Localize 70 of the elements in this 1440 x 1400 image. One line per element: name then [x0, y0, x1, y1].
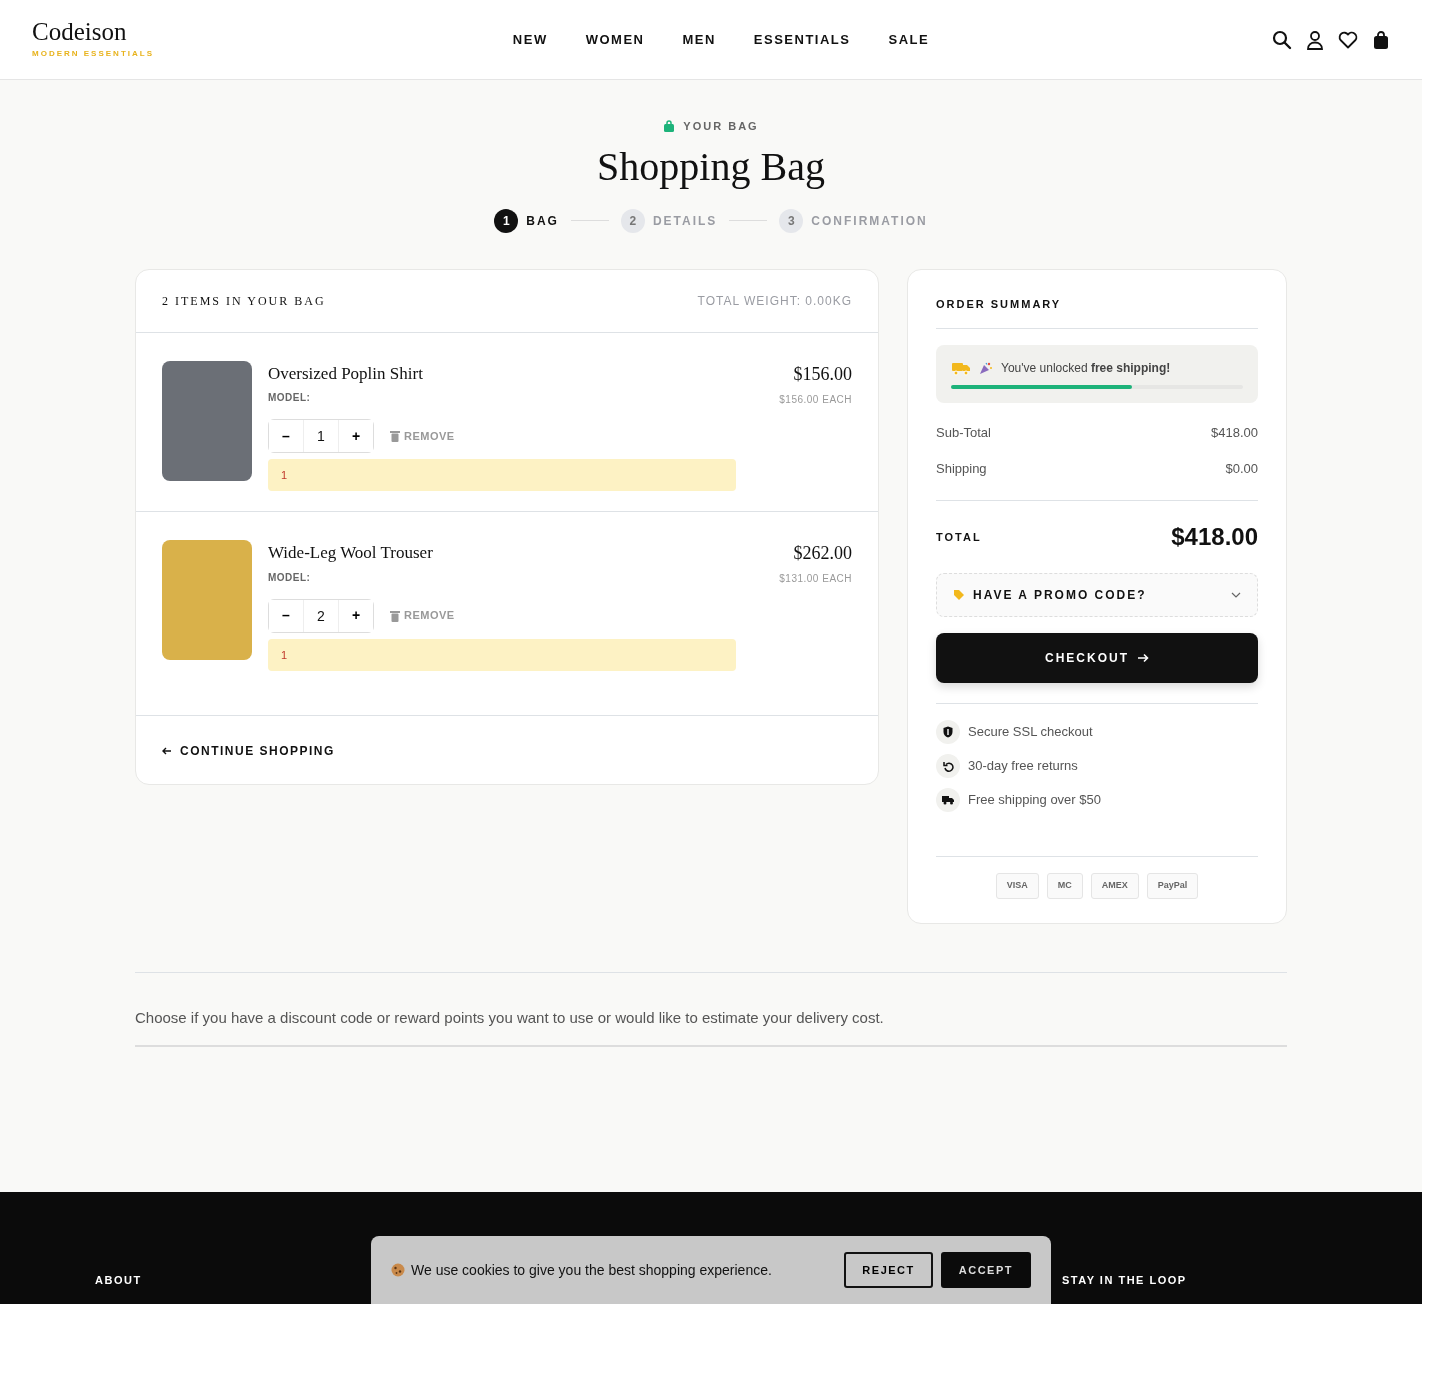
payment-method: MC — [1046, 873, 1083, 899]
undo-icon — [942, 760, 954, 772]
payment-method: PayPal — [1146, 873, 1199, 899]
step-label: DETAILS — [652, 212, 718, 230]
unit-price: $156.00 EACH — [779, 392, 852, 407]
nav-link[interactable]: WOMEN — [585, 29, 645, 50]
cart-count: 2 ITEMS IN YOUR BAG — [162, 292, 326, 310]
summary-label: Sub-Total — [936, 424, 991, 442]
total-value: $418.00 — [1171, 522, 1258, 552]
reject-button[interactable]: REJECT — [844, 1252, 933, 1288]
promo-code-toggle[interactable]: HAVE A PROMO CODE? — [936, 573, 1258, 617]
accept-button[interactable]: ACCEPT — [940, 1252, 1031, 1288]
model-label: MODEL: — [268, 570, 312, 585]
user-icon[interactable] — [1306, 29, 1324, 50]
step-label: CONFIRMATION — [811, 212, 928, 230]
quantity-stepper[interactable]: – 2 + — [268, 598, 374, 633]
total-label: TOTAL — [936, 529, 982, 545]
shipping-message: You've unlocked free shipping! — [1001, 360, 1171, 377]
unit-price: $131.00 EACH — [779, 572, 852, 586]
trash-icon — [390, 430, 400, 442]
assurance-text: 30-day free returns — [968, 757, 1078, 776]
item-price: $156.00 — [792, 362, 852, 386]
nav-link[interactable]: SALE — [888, 29, 930, 50]
truck-icon — [942, 795, 954, 805]
summary-label: Shipping — [936, 459, 987, 478]
model-label: MODEL: — [268, 391, 312, 405]
info-text: Choose if you have a discount code or reward points you want to use or would like to estimate your delivery cost. — [135, 1006, 1287, 1047]
step-number: 3 — [779, 208, 804, 233]
search-icon[interactable] — [1272, 29, 1292, 50]
nav-link[interactable]: NEW — [512, 29, 548, 50]
bag-icon — [663, 120, 676, 133]
arrow-right-icon — [1137, 653, 1149, 663]
cookie-icon — [391, 1263, 405, 1277]
product-name[interactable]: Oversized Poplin Shirt — [268, 360, 764, 386]
checkout-button[interactable]: CHECKOUT — [936, 633, 1258, 683]
assurance-text: Free shipping over $50 — [968, 791, 1101, 810]
summary-title: ORDER SUMMARY — [936, 291, 1258, 329]
footer-heading: STAY IN THE LOOP — [1062, 1273, 1187, 1288]
page-title: Shopping Bag — [597, 142, 825, 191]
summary-value: $0.00 — [1225, 459, 1258, 478]
cookie-message: We use cookies to give you the best shopping experience. — [411, 1260, 773, 1280]
step-label: BAG — [526, 212, 559, 230]
notice-bar: 1 — [268, 638, 736, 671]
assurance-text: Secure SSL checkout — [968, 723, 1093, 742]
item-price: $262.00 — [792, 542, 852, 565]
nav-link[interactable]: MEN — [682, 29, 716, 50]
summary-value: $418.00 — [1211, 424, 1258, 442]
heart-icon[interactable] — [1338, 30, 1358, 49]
tag-icon — [953, 589, 965, 601]
truck-icon — [951, 360, 971, 376]
chevron-down-icon — [1231, 592, 1241, 598]
payment-method: VISA — [995, 873, 1039, 899]
continue-shopping-link[interactable]: CONTINUE SHOPPING — [162, 741, 335, 760]
notice-bar: 1 — [268, 459, 736, 491]
nav-link[interactable]: ESSENTIALS — [753, 29, 851, 50]
step-number: 2 — [620, 208, 645, 233]
trash-icon — [390, 609, 400, 622]
party-popper-icon — [979, 361, 993, 375]
logo-tagline: MODERN ESSENTIALS — [32, 48, 155, 60]
step-number: 1 — [494, 208, 519, 233]
quantity-stepper[interactable]: – 1 + — [268, 419, 374, 453]
product-name[interactable]: Wide-Leg Wool Trouser — [268, 540, 764, 566]
total-weight: TOTAL WEIGHT: 0.00KG — [697, 292, 852, 310]
eyebrow-label: YOUR BAG — [683, 119, 759, 134]
payment-method: AMEX — [1090, 873, 1139, 899]
footer-heading: ABOUT — [95, 1273, 142, 1288]
logo[interactable]: Codeison — [32, 19, 232, 44]
bag-icon[interactable] — [1372, 29, 1390, 50]
shield-icon — [943, 726, 953, 738]
arrow-left-icon — [162, 746, 172, 755]
